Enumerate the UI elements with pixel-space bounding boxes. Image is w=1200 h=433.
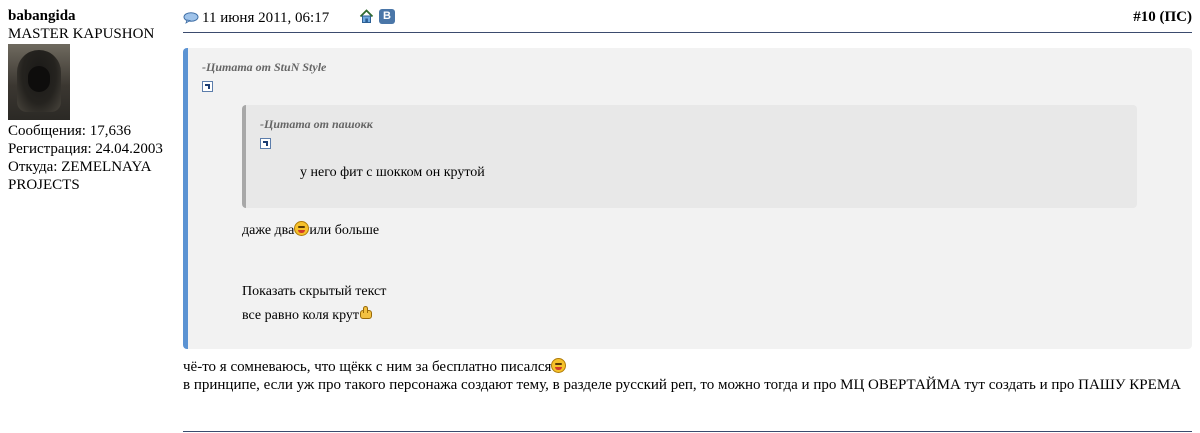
post-divider [183,431,1192,432]
post-number-link[interactable]: #10 [1133,9,1156,25]
quote-line-end: или больше [309,223,380,238]
post-message: чё-то я сомневаюсь, что щёкк с ним за бе… [183,358,1192,394]
post-number: #10 (ПС) [1133,9,1192,26]
quote-author: -Цитата от StuN Style [202,60,327,74]
thumbs-up-icon [359,306,374,320]
user-post-count: Сообщения: 17,636 [8,123,131,139]
vk-share-icon[interactable]: В [379,9,395,24]
quote-nested: -Цитата от пашокк у него фит с шокком он… [242,105,1137,208]
user-location: Откуда: ZEMELNAYA PROJECTS [8,159,151,193]
home-icon[interactable] [359,9,374,29]
message-line-text: чё-то я сомневаюсь, что щёкк с ним за бе… [183,359,552,375]
user-registration-date: Регистрация: 24.04.2003 [8,141,163,157]
quote-line: даже два или больше [242,221,379,239]
speech-bubble-icon [183,12,199,29]
post-date: 11 июня 2011, 06:17 [202,10,330,26]
jump-to-post-icon[interactable] [202,81,213,92]
quote-line-start: даже два [242,223,295,238]
smiley-icon [294,221,310,236]
post-header: 11 июня 2011, 06:17 В #10 (ПС) [183,0,1192,33]
user-info: babangida MASTER KAPUSHON Сообщения: 17,… [8,7,178,194]
smiley-icon [551,358,567,373]
message-line: чё-то я сомневаюсь, что щёкк с ним за бе… [183,358,1192,376]
user-title: MASTER KAPUSHON [8,26,155,42]
show-hidden-text-link[interactable]: Показать скрытый текст [242,284,386,300]
post-content: 11 июня 2011, 06:17 В #10 (ПС) -Цитата о… [183,0,1192,432]
nested-quote-text: у него фит с шокком он крутой [300,165,485,180]
quote-line-2: все равно коля крут [242,306,374,324]
avatar-face-shadow [28,66,50,92]
username-link[interactable]: babangida [8,7,178,25]
quote-outer: -Цитата от StuN Style -Цитата от пашокк … [183,48,1192,349]
nested-quote-author: -Цитата от пашокк [260,117,373,131]
message-paragraph: в принципе, если уж про такого персонажа… [183,377,1181,393]
post-ps-link[interactable]: (ПС) [1160,9,1193,25]
quote-line-2-text: все равно коля крут [242,308,360,323]
jump-to-post-icon[interactable] [260,138,271,149]
avatar[interactable] [8,44,70,120]
